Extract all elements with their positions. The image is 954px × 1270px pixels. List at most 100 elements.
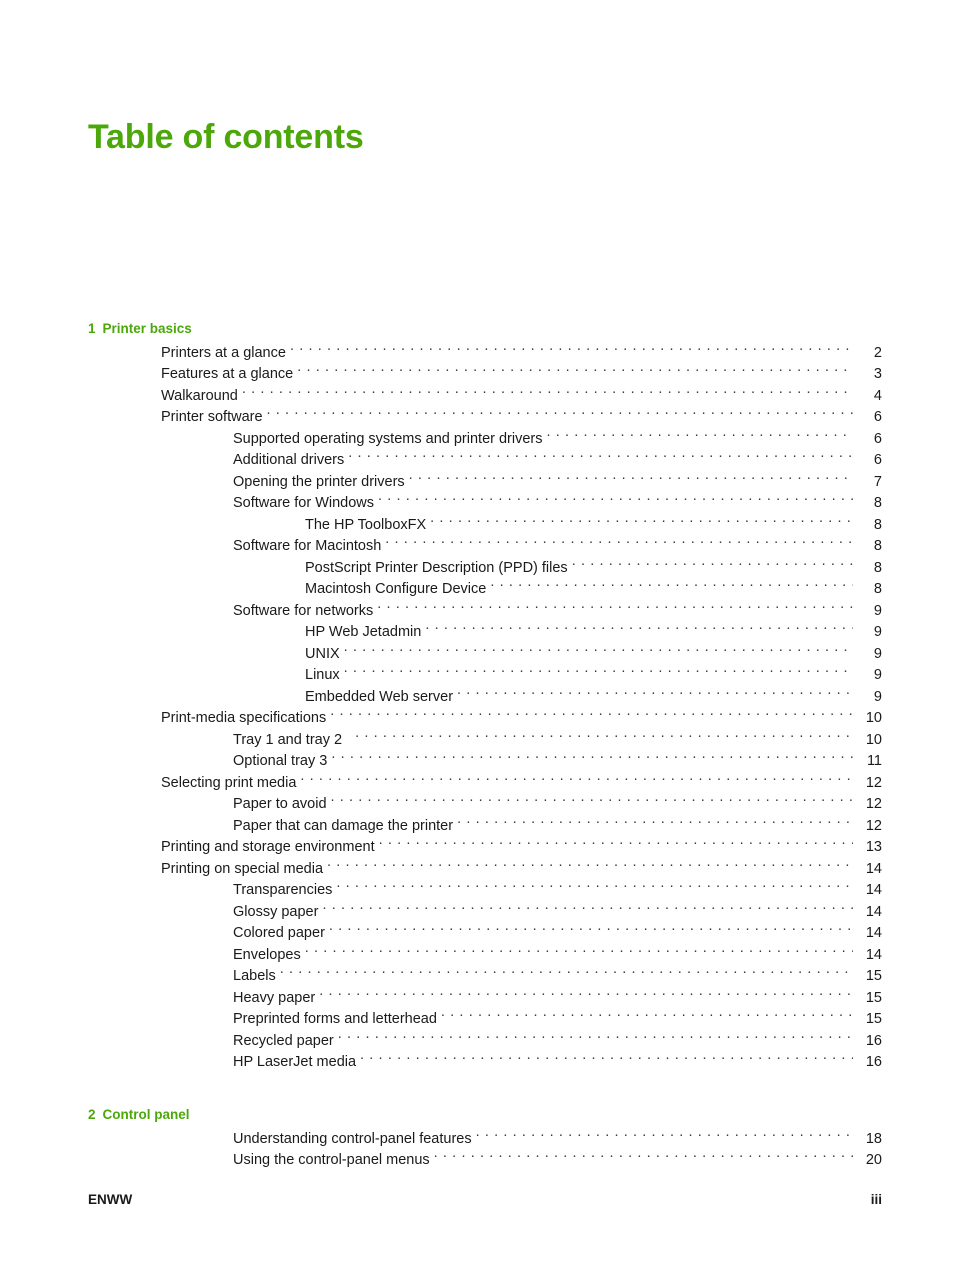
toc-leader-dots bbox=[280, 966, 853, 981]
toc-entry-label: Heavy paper bbox=[233, 989, 316, 1006]
toc-entry-page-number: 8 bbox=[873, 538, 882, 554]
toc-chapter-heading[interactable]: 1 Printer basics bbox=[88, 318, 882, 339]
toc-leader-dots bbox=[430, 514, 853, 529]
toc-leader-dots bbox=[379, 837, 853, 852]
toc-leader-dots bbox=[330, 708, 853, 723]
toc-entry[interactable]: Preprinted forms and letterhead 15 bbox=[88, 1009, 882, 1031]
toc-entry[interactable]: Supported operating systems and printer … bbox=[88, 428, 882, 450]
toc-entry-page-number: 18 bbox=[865, 1130, 882, 1147]
toc-leader-dots bbox=[572, 557, 853, 572]
toc-leader-dots bbox=[336, 880, 853, 895]
toc-entry[interactable]: Selecting print media 12 bbox=[88, 772, 882, 794]
toc-entry[interactable]: Software for networks 9 bbox=[88, 600, 882, 622]
toc-entry[interactable]: Features at a glance 3 bbox=[88, 364, 882, 386]
table-of-contents: 1 Printer basics Printers at a glance 2 Feat… bbox=[88, 318, 882, 1171]
toc-entry[interactable]: Envelopes 14 bbox=[88, 944, 882, 966]
toc-entry[interactable]: Printers at a glance 2 bbox=[88, 342, 882, 364]
toc-chapter-title: Control panel bbox=[102, 1107, 190, 1122]
toc-entry-page-number: 9 bbox=[873, 602, 882, 619]
toc-entry-label: Additional drivers bbox=[233, 452, 345, 468]
toc-entry[interactable]: Printing and storage environment 13 bbox=[88, 837, 882, 859]
toc-entry[interactable]: Labels 15 bbox=[88, 966, 882, 988]
toc-entry-label: Software for Macintosh bbox=[233, 538, 382, 554]
toc-entry[interactable]: The HP ToolboxFX 8 bbox=[88, 514, 882, 536]
toc-entry[interactable]: Additional drivers 6 bbox=[88, 450, 882, 472]
toc-leader-dots bbox=[300, 772, 853, 787]
toc-entry[interactable]: Tray 1 and tray 2 10 bbox=[88, 729, 882, 751]
toc-entry-label: Understanding control-panel features bbox=[233, 1130, 472, 1147]
toc-entry-label: Optional tray 3 bbox=[233, 753, 328, 769]
toc-entry[interactable]: Software for Macintosh 8 bbox=[88, 536, 882, 558]
toc-leader-dots bbox=[348, 450, 853, 465]
toc-entry-label: Selecting print media bbox=[161, 774, 297, 791]
toc-leader-dots bbox=[267, 407, 853, 422]
toc-entry-page-number: 7 bbox=[873, 473, 882, 490]
toc-entry-page-number: 12 bbox=[865, 774, 882, 791]
toc-leader-dots bbox=[305, 944, 853, 959]
toc-entry[interactable]: Print-media specifications 10 bbox=[88, 708, 882, 730]
toc-entry-page-number: 14 bbox=[865, 903, 882, 920]
toc-entry[interactable]: Printer software 6 bbox=[88, 407, 882, 429]
toc-entry-page-number: 9 bbox=[873, 624, 882, 640]
toc-entry-label: PostScript Printer Description (PPD) fil… bbox=[305, 559, 568, 576]
toc-entry[interactable]: Software for Windows 8 bbox=[88, 493, 882, 515]
toc-entry[interactable]: Printing on special media 14 bbox=[88, 858, 882, 880]
toc-entry[interactable]: Paper that can damage the printer 12 bbox=[88, 815, 882, 837]
document-page: Table of contents 1 Printer basics Printer… bbox=[0, 0, 954, 1270]
toc-chapter-title: Printer basics bbox=[102, 321, 192, 336]
toc-entry[interactable]: Linux 9 bbox=[88, 665, 882, 687]
toc-entry-label: Transparencies bbox=[233, 882, 333, 898]
page-footer: ENWW iii bbox=[88, 1192, 882, 1207]
toc-entry[interactable]: Macintosh Configure Device 8 bbox=[88, 579, 882, 601]
toc-entry-label: Printing on special media bbox=[161, 860, 324, 877]
toc-leader-dots bbox=[409, 471, 853, 486]
toc-leader-dots bbox=[457, 686, 853, 701]
toc-entry[interactable]: Embedded Web server 9 bbox=[88, 686, 882, 708]
footer-page-number: iii bbox=[870, 1192, 882, 1207]
toc-chapter-number: 2 bbox=[88, 1107, 96, 1122]
toc-entry-page-number: 14 bbox=[865, 882, 882, 898]
toc-entry[interactable]: Walkaround 4 bbox=[88, 385, 882, 407]
toc-entry-page-number: 8 bbox=[873, 559, 882, 576]
toc-entry-page-number: 9 bbox=[873, 688, 882, 705]
toc-entry[interactable]: Colored paper 14 bbox=[88, 923, 882, 945]
toc-entry-page-number: 12 bbox=[865, 817, 882, 834]
toc-entry[interactable]: PostScript Printer Description (PPD) fil… bbox=[88, 557, 882, 579]
toc-entry-page-number: 8 bbox=[873, 581, 882, 597]
toc-leader-dots bbox=[327, 858, 853, 873]
toc-entry-page-number: 14 bbox=[865, 946, 882, 963]
toc-entry-label: Printer software bbox=[161, 409, 263, 425]
toc-leader-dots bbox=[441, 1009, 853, 1024]
toc-entry-page-number: 10 bbox=[865, 710, 882, 726]
toc-leader-dots bbox=[329, 923, 853, 938]
toc-entry[interactable]: UNIX 9 bbox=[88, 643, 882, 665]
toc-entry-page-number: 15 bbox=[865, 968, 882, 984]
toc-entry-page-number: 2 bbox=[873, 344, 882, 361]
toc-entry-page-number: 9 bbox=[873, 667, 882, 683]
toc-entry[interactable]: Glossy paper 14 bbox=[88, 901, 882, 923]
toc-entry[interactable]: Paper to avoid 12 bbox=[88, 794, 882, 816]
toc-entry-label: Paper to avoid bbox=[233, 796, 327, 812]
toc-entry[interactable]: Recycled paper 16 bbox=[88, 1030, 882, 1052]
toc-entry[interactable]: Understanding control-panel features 18 bbox=[88, 1128, 882, 1150]
toc-entry[interactable]: Heavy paper 15 bbox=[88, 987, 882, 1009]
toc-entry-page-number: 8 bbox=[873, 495, 882, 511]
toc-entry[interactable]: Opening the printer drivers 7 bbox=[88, 471, 882, 493]
toc-entry[interactable]: HP LaserJet media 16 bbox=[88, 1052, 882, 1074]
toc-entry-page-number: 13 bbox=[865, 839, 882, 855]
toc-entry[interactable]: Transparencies 14 bbox=[88, 880, 882, 902]
toc-entry-label: Printers at a glance bbox=[161, 344, 286, 361]
toc-entry-page-number: 15 bbox=[865, 989, 882, 1006]
toc-entry[interactable]: HP Web Jetadmin 9 bbox=[88, 622, 882, 644]
toc-chapter-heading[interactable]: 2 Control panel bbox=[88, 1104, 882, 1125]
toc-leader-dots bbox=[242, 385, 853, 400]
toc-entry[interactable]: Using the control-panel menus 20 bbox=[88, 1150, 882, 1172]
toc-leader-dots bbox=[344, 665, 853, 680]
toc-entry-page-number: 10 bbox=[865, 731, 882, 748]
toc-entry-label: Using the control-panel menus bbox=[233, 1152, 430, 1168]
toc-leader-dots bbox=[344, 643, 853, 658]
toc-leader-dots bbox=[434, 1150, 853, 1165]
toc-entry-label: Supported operating systems and printer … bbox=[233, 430, 543, 447]
toc-leader-dots bbox=[457, 815, 853, 830]
toc-entry[interactable]: Optional tray 3 11 bbox=[88, 751, 882, 773]
